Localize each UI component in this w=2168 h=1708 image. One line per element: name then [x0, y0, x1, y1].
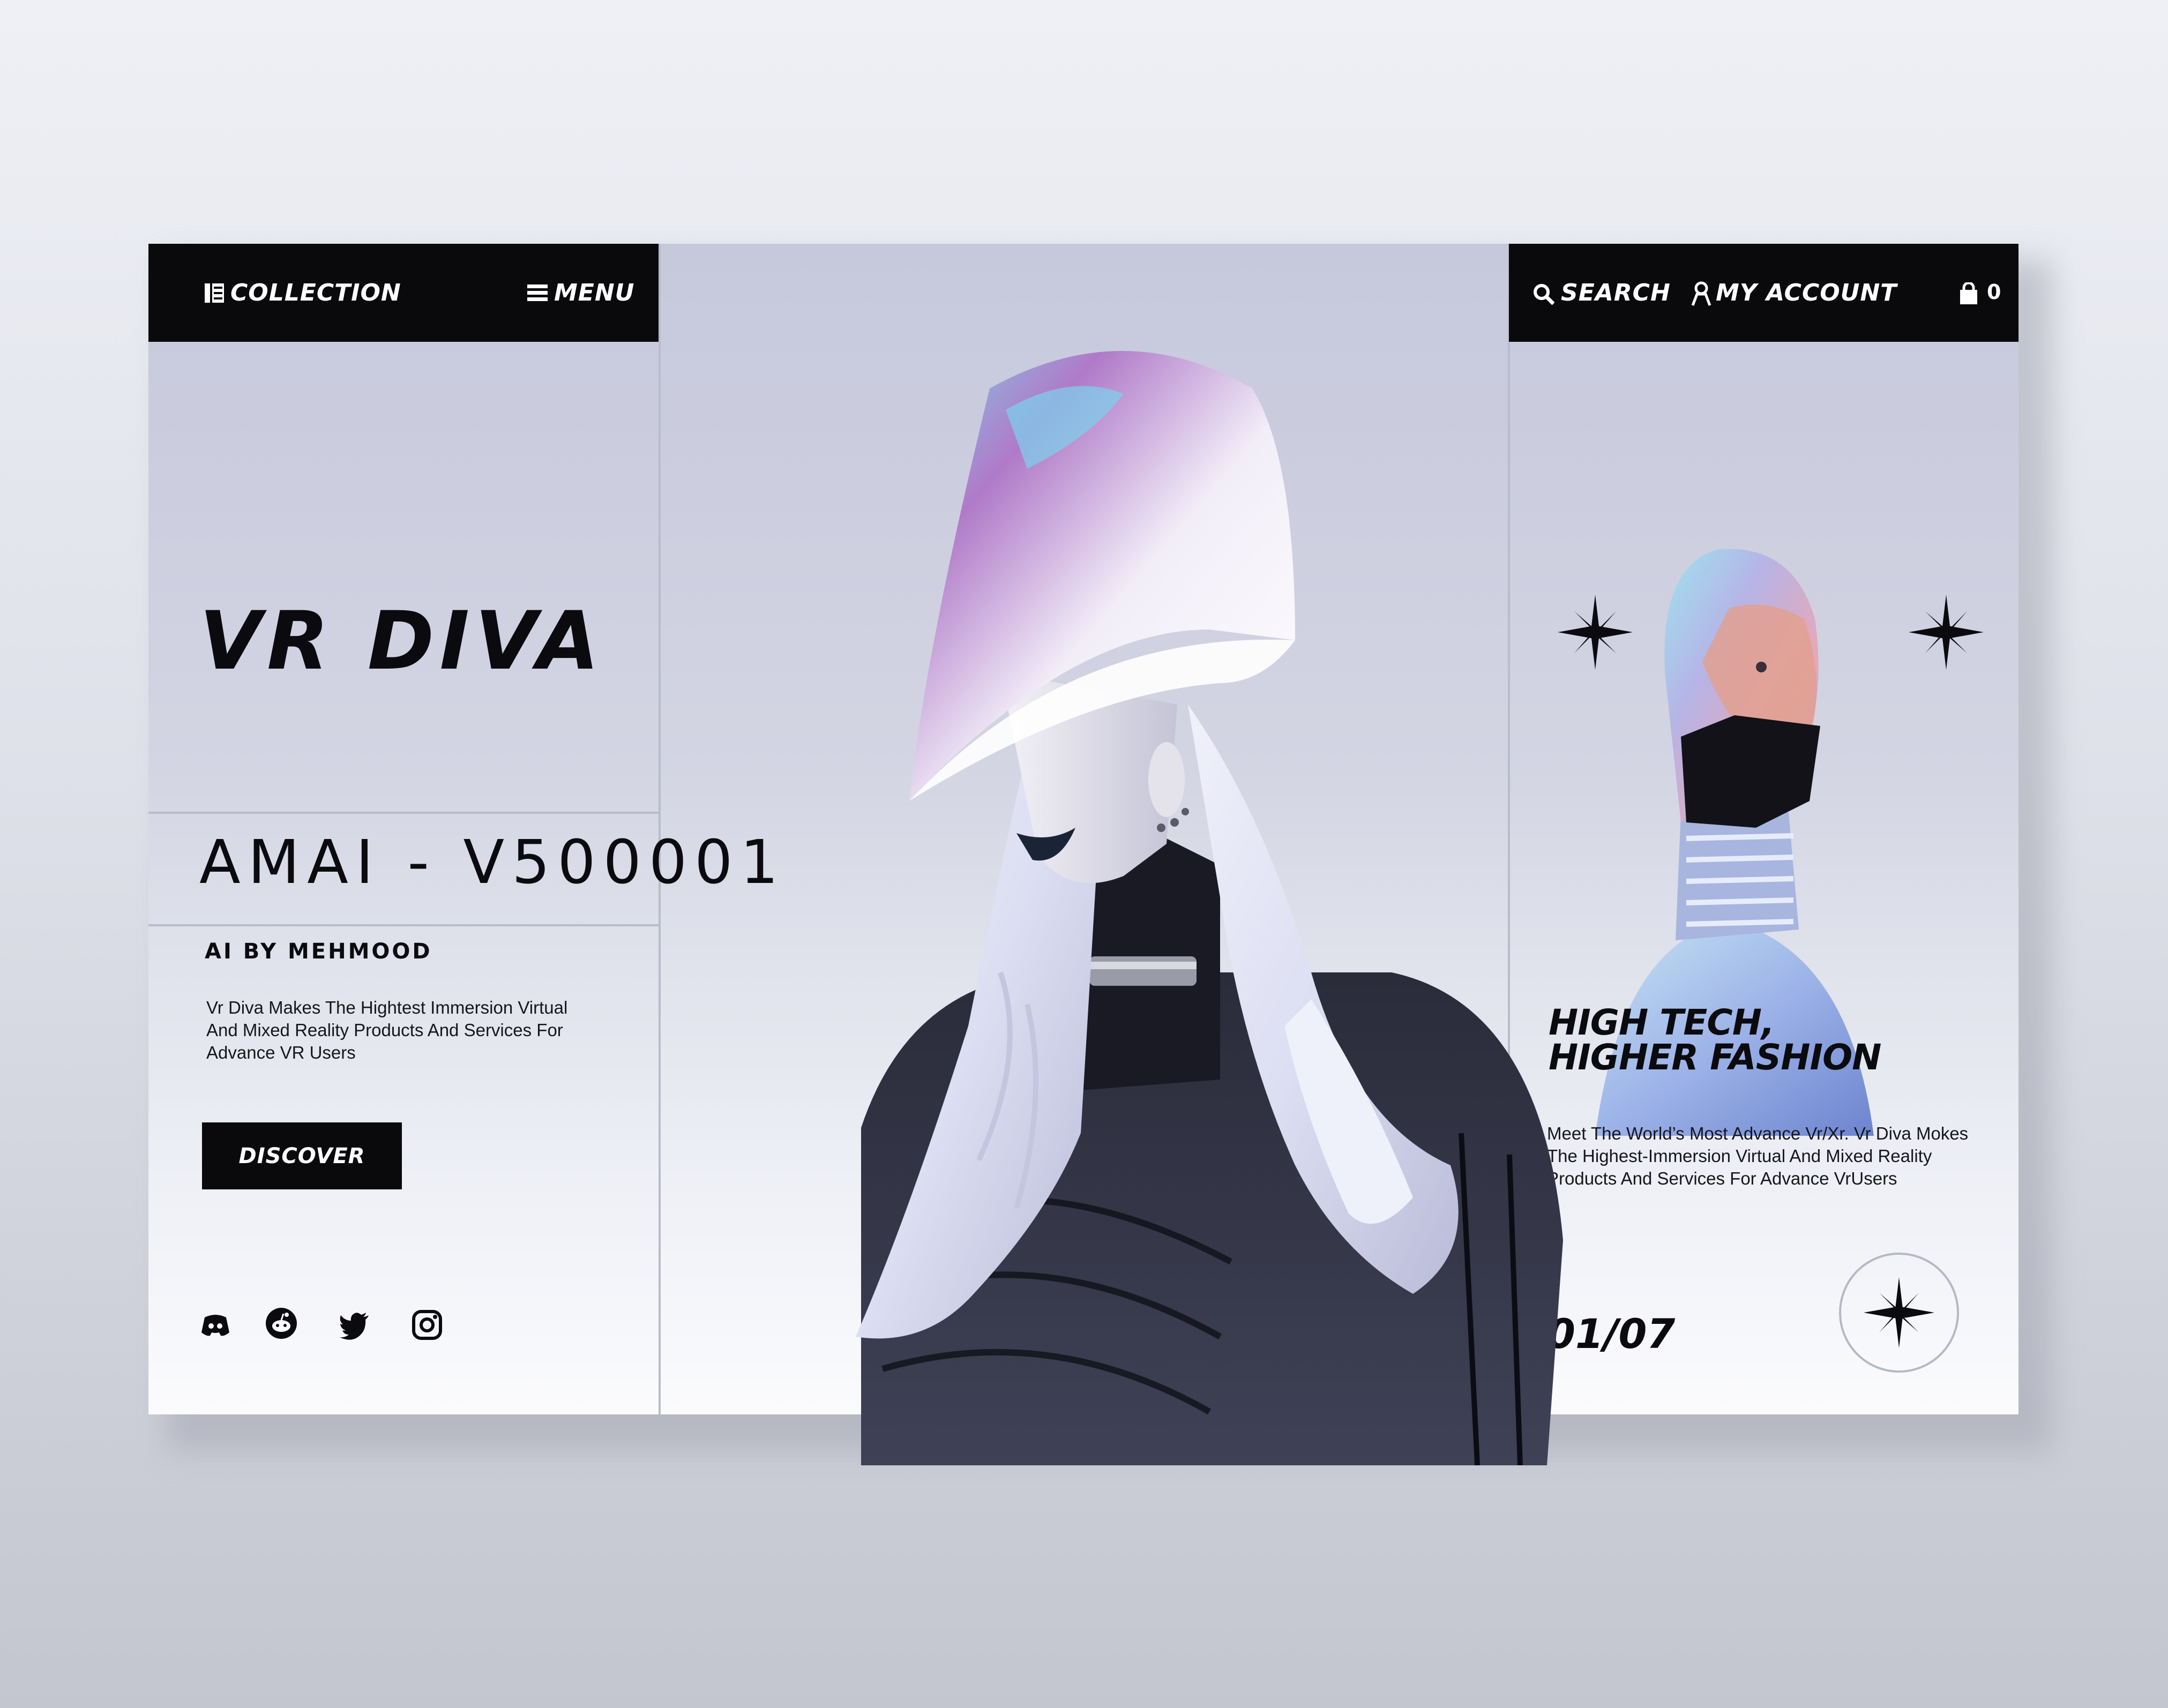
collection-label: COLLECTION — [230, 279, 401, 306]
search-link[interactable]: SEARCH — [1533, 277, 1678, 309]
cart-count: 0 — [1987, 280, 2002, 304]
user-icon — [1691, 281, 1711, 306]
collection-link[interactable]: COLLECTION — [205, 277, 401, 309]
discover-button[interactable]: DISCOVER — [202, 1122, 402, 1189]
instagram-link[interactable] — [411, 1309, 443, 1341]
next-slide-button[interactable] — [1839, 1253, 1959, 1373]
discord-icon — [201, 1315, 229, 1336]
left-divider-top — [148, 812, 659, 814]
menu-button[interactable]: MENU — [527, 277, 634, 309]
sparkle-icon — [1864, 1277, 1934, 1348]
hamburger-icon — [527, 284, 548, 301]
reddit-link[interactable] — [265, 1307, 297, 1339]
right-nav-bar: SEARCH MY ACCOUNT 0 — [1509, 244, 2019, 342]
my-account-link[interactable]: MY ACCOUNT — [1691, 277, 1896, 309]
instagram-icon — [412, 1310, 442, 1340]
menu-label: MENU — [554, 279, 635, 306]
twitter-icon — [340, 1313, 369, 1340]
search-label: SEARCH — [1561, 279, 1671, 306]
bag-icon — [1960, 282, 1977, 304]
account-label: MY ACCOUNT — [1716, 279, 1897, 306]
reddit-icon — [266, 1308, 297, 1339]
left-divider-bottom — [148, 924, 659, 926]
grid-icon — [205, 283, 224, 303]
hero-description: Vr Diva Makes The Hightest Immersion Vir… — [206, 998, 568, 1062]
hero-model-image — [856, 351, 1563, 1465]
left-nav-bar: COLLECTION MENU — [148, 244, 659, 342]
brand-title: VR DIVA — [199, 595, 605, 688]
search-icon — [1534, 284, 1554, 305]
sparkle-icon-right — [1909, 595, 1984, 670]
cart-button[interactable]: 0 — [1959, 277, 2007, 309]
model-title: AMAI - V500001 — [199, 828, 786, 897]
twitter-link[interactable] — [339, 1309, 371, 1341]
landing-card: COLLECTION MENU SEARCH MY ACCOUNT 0 VR D… — [148, 244, 2019, 1465]
discord-link[interactable] — [199, 1309, 231, 1341]
author-credit: AI BY MEHMOOD — [205, 939, 432, 964]
